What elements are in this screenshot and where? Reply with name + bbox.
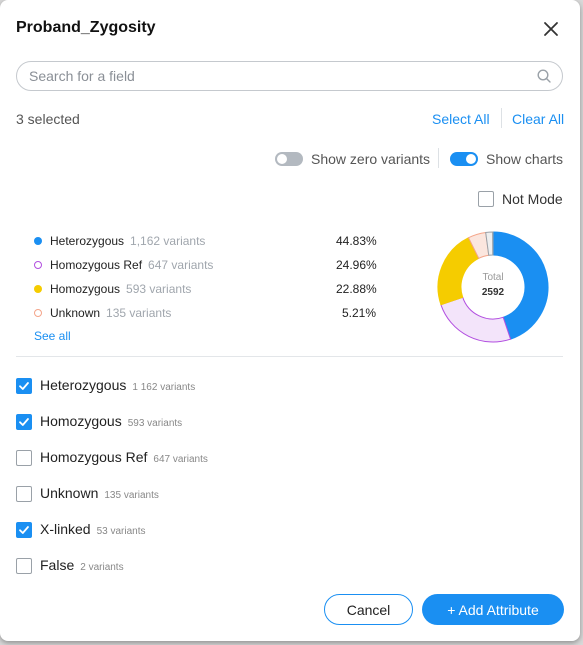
legend-count: 1,162 variants (130, 234, 206, 248)
legend-count: 647 variants (148, 258, 214, 272)
legend-count: 593 variants (126, 282, 192, 296)
legend-dot-icon (34, 237, 42, 245)
dialog-title: Proband_Zygosity (16, 19, 156, 36)
show-charts-label: Show charts (486, 151, 564, 167)
clear-all-link[interactable]: Clear All (512, 111, 564, 127)
option-label: Unknown 135 variants (40, 485, 159, 501)
option-count: 1 162 variants (132, 382, 196, 393)
see-all-link[interactable]: See all (34, 329, 71, 343)
attribute-dialog: Proband_Zygosity 3 selected Select All C… (0, 0, 580, 641)
legend-name: Heterozygous 1,162 variants (50, 234, 205, 248)
divider (16, 356, 563, 357)
option-checkbox[interactable] (16, 522, 32, 538)
legend-percent: 24.96% (336, 258, 377, 272)
legend-label: Heterozygous (50, 234, 125, 248)
option-checkbox[interactable] (16, 414, 32, 430)
legend-percent: 44.83% (336, 234, 377, 248)
option-count: 647 variants (153, 454, 208, 465)
legend-dot-icon (34, 309, 42, 317)
option-checkbox[interactable] (16, 450, 32, 466)
legend-name: Unknown 135 variants (50, 306, 171, 320)
option-label: Heterozygous 1 162 variants (40, 377, 195, 393)
donut-slice (437, 237, 480, 306)
option-name: X-linked (40, 521, 91, 537)
legend-label: Unknown (50, 306, 101, 320)
add-attribute-button[interactable]: + Add Attribute (422, 594, 564, 625)
donut-center-label: Total (482, 272, 503, 283)
legend-percent: 22.88% (336, 282, 377, 296)
not-mode-checkbox[interactable] (478, 191, 494, 207)
legend-name: Homozygous Ref 647 variants (50, 258, 213, 272)
search-input[interactable] (29, 67, 519, 85)
close-icon[interactable] (543, 21, 559, 37)
option-count: 593 variants (127, 418, 183, 429)
option-checkbox[interactable] (16, 486, 32, 502)
legend-name: Homozygous 593 variants (50, 282, 191, 296)
option-label: Homozygous Ref 647 variants (40, 449, 208, 465)
option-count: 2 variants (80, 562, 124, 573)
search-field (16, 61, 563, 91)
donut-chart: Total 2592 (437, 231, 549, 343)
show-zero-variants-label: Show zero variants (311, 151, 431, 167)
cancel-button[interactable]: Cancel (324, 594, 413, 625)
search-icon[interactable] (537, 69, 551, 83)
option-label: Homozygous 593 variants (40, 413, 182, 429)
show-zero-variants-toggle[interactable] (275, 152, 303, 166)
option-name: Unknown (40, 485, 99, 501)
option-count: 53 variants (96, 526, 146, 537)
divider (501, 108, 502, 128)
option-name: Homozygous (40, 413, 122, 429)
legend-dot-icon (34, 261, 42, 269)
option-checkbox[interactable] (16, 378, 32, 394)
not-mode-label: Not Mode (502, 191, 563, 207)
option-name: False (40, 557, 75, 573)
select-all-link[interactable]: Select All (432, 111, 490, 127)
donut-slice (440, 296, 512, 343)
option-label: False 2 variants (40, 557, 124, 573)
option-checkbox[interactable] (16, 558, 32, 574)
selected-count: 3 selected (16, 111, 80, 127)
legend-label: Homozygous (50, 282, 121, 296)
option-label: X-linked 53 variants (40, 521, 146, 537)
donut-center-value: 2592 (482, 287, 505, 298)
legend-dot-icon (34, 285, 42, 293)
legend-label: Homozygous Ref (50, 258, 143, 272)
divider (438, 148, 439, 168)
option-count: 135 variants (104, 490, 159, 501)
legend-count: 135 variants (106, 306, 172, 320)
show-charts-toggle[interactable] (450, 152, 478, 166)
legend-percent: 5.21% (341, 306, 376, 320)
option-name: Homozygous Ref (40, 449, 148, 465)
option-name: Heterozygous (40, 377, 127, 393)
